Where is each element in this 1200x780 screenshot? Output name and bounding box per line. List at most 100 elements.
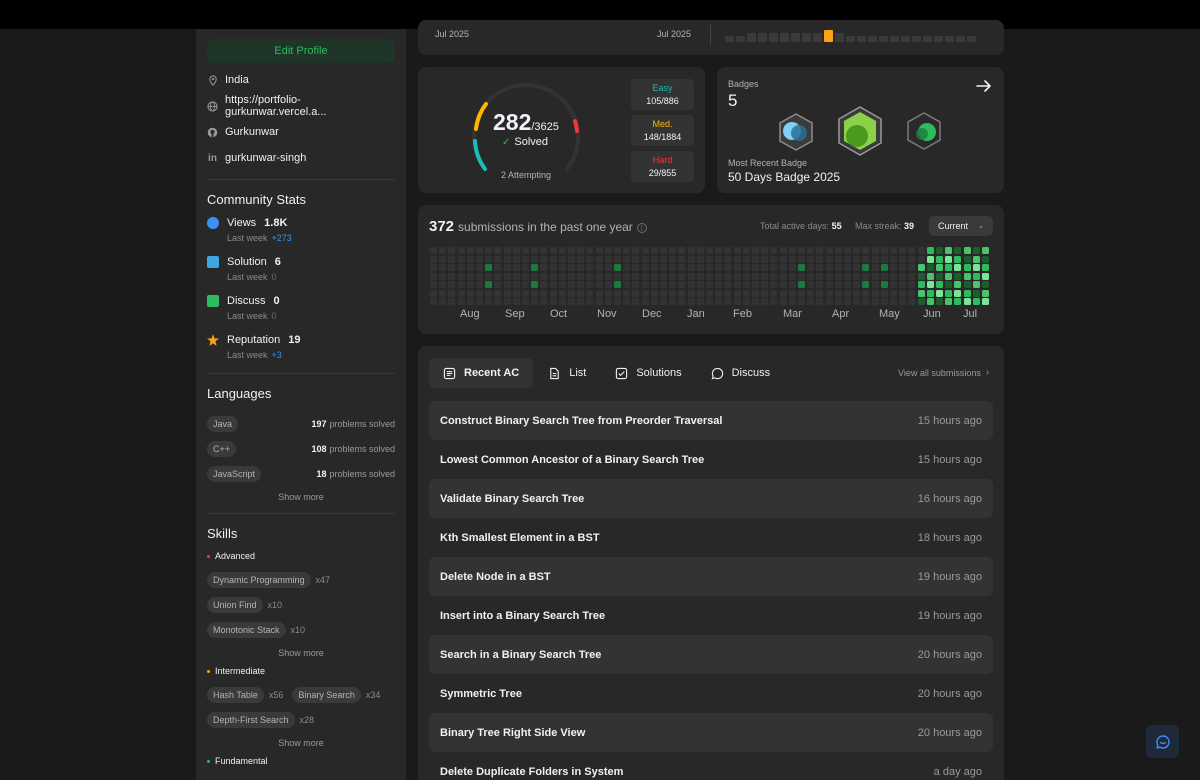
heatmap-cell[interactable] <box>963 264 971 271</box>
heatmap-cell[interactable] <box>522 289 529 297</box>
heatmap-cell[interactable] <box>522 264 529 271</box>
heatmap-cell[interactable] <box>742 272 750 280</box>
heatmap-cell[interactable] <box>844 255 851 263</box>
languages-show-more[interactable]: Show more <box>207 492 395 502</box>
heatmap-cell[interactable] <box>733 272 741 280</box>
heatmap-cell[interactable] <box>779 264 787 271</box>
heatmap-cell[interactable] <box>926 272 934 280</box>
heatmap-cell[interactable] <box>476 272 483 280</box>
heatmap-cell[interactable] <box>963 272 971 280</box>
heatmap-cell[interactable] <box>641 289 649 297</box>
heatmap-cell[interactable] <box>503 281 511 288</box>
heatmap-cell[interactable] <box>466 255 474 263</box>
heatmap-cell[interactable] <box>614 298 621 305</box>
heatmap-cell[interactable] <box>503 289 511 297</box>
heatmap-cell[interactable] <box>485 247 493 254</box>
heatmap-cell[interactable] <box>890 272 897 280</box>
tab-list[interactable]: List <box>534 358 600 388</box>
heatmap-cell[interactable] <box>476 264 483 271</box>
heatmap-cell[interactable] <box>577 272 585 280</box>
heatmap-cell[interactable] <box>770 264 778 271</box>
heatmap-cell[interactable] <box>540 247 548 254</box>
heatmap-cell[interactable] <box>549 289 557 297</box>
heatmap-cell[interactable] <box>816 272 824 280</box>
heatmap-cell[interactable] <box>650 281 658 288</box>
heatmap-cell[interactable] <box>696 289 704 297</box>
submission-title[interactable]: Binary Tree Right Side View <box>440 727 585 739</box>
heatmap-cell[interactable] <box>853 281 861 288</box>
heatmap-cell[interactable] <box>853 255 861 263</box>
heatmap-cell[interactable] <box>982 255 989 263</box>
heatmap-cell[interactable] <box>503 264 511 271</box>
heatmap-cell[interactable] <box>632 247 640 254</box>
heatmap-cell[interactable] <box>724 272 732 280</box>
heatmap-cell[interactable] <box>549 281 557 288</box>
heatmap-cell[interactable] <box>696 272 704 280</box>
skill-tag[interactable]: Binary Search <box>292 686 361 703</box>
heatmap-cell[interactable] <box>779 281 787 288</box>
heatmap-cell[interactable] <box>669 255 677 263</box>
heatmap-cell[interactable] <box>457 264 465 271</box>
submission-row[interactable]: Delete Node in a BST 19 hours ago <box>429 557 993 596</box>
heatmap-cell[interactable] <box>880 272 888 280</box>
heatmap-cell[interactable] <box>963 298 971 305</box>
heatmap-cell[interactable] <box>531 264 539 271</box>
heatmap-cell[interactable] <box>917 272 925 280</box>
language-tag[interactable]: C++ <box>207 440 237 457</box>
heatmap-cell[interactable] <box>568 281 575 288</box>
heatmap-cell[interactable] <box>485 281 493 288</box>
heatmap-cell[interactable] <box>972 272 980 280</box>
heatmap-cell[interactable] <box>770 255 778 263</box>
heatmap-cell[interactable] <box>742 247 750 254</box>
heatmap-cell[interactable] <box>715 289 723 297</box>
heatmap-cell[interactable] <box>531 247 539 254</box>
heatmap-cell[interactable] <box>972 281 980 288</box>
heatmap-cell[interactable] <box>844 264 851 271</box>
heatmap-cell[interactable] <box>788 272 796 280</box>
heatmap-cell[interactable] <box>899 289 907 297</box>
heatmap-cell[interactable] <box>890 281 897 288</box>
heatmap-cell[interactable] <box>678 255 686 263</box>
heatmap-cell[interactable] <box>687 255 695 263</box>
heatmap-cell[interactable] <box>549 298 557 305</box>
heatmap-cell[interactable] <box>945 272 953 280</box>
heatmap-cell[interactable] <box>807 247 815 254</box>
heatmap-cell[interactable] <box>770 289 778 297</box>
heatmap-cell[interactable] <box>494 289 502 297</box>
arrow-right-icon[interactable] <box>975 77 993 98</box>
heatmap-cell[interactable] <box>807 281 815 288</box>
heatmap-cell[interactable] <box>660 255 667 263</box>
heatmap-cell[interactable] <box>770 298 778 305</box>
heatmap-cell[interactable] <box>945 255 953 263</box>
heatmap-cell[interactable] <box>982 272 989 280</box>
heatmap-cell[interactable] <box>963 281 971 288</box>
heatmap-cell[interactable] <box>963 289 971 297</box>
heatmap-cell[interactable] <box>733 298 741 305</box>
heatmap-cell[interactable] <box>503 255 511 263</box>
heatmap-cell[interactable] <box>568 272 575 280</box>
submission-title[interactable]: Lowest Common Ancestor of a Binary Searc… <box>440 454 704 466</box>
heatmap-cell[interactable] <box>715 247 723 254</box>
heatmap-cell[interactable] <box>512 289 520 297</box>
heatmap-cell[interactable] <box>540 264 548 271</box>
heatmap-cell[interactable] <box>752 255 759 263</box>
heatmap-cell[interactable] <box>963 247 971 254</box>
heatmap-cell[interactable] <box>503 247 511 254</box>
heatmap-cell[interactable] <box>825 247 833 254</box>
heatmap-cell[interactable] <box>724 289 732 297</box>
heatmap-cell[interactable] <box>954 281 962 288</box>
heatmap-cell[interactable] <box>871 255 879 263</box>
heatmap-cell[interactable] <box>669 281 677 288</box>
heatmap-cell[interactable] <box>430 255 437 263</box>
heatmap-cell[interactable] <box>963 255 971 263</box>
heatmap-cell[interactable] <box>439 289 447 297</box>
heatmap-cell[interactable] <box>623 264 631 271</box>
heatmap-cell[interactable] <box>899 255 907 263</box>
heatmap-cell[interactable] <box>614 272 621 280</box>
heatmap-cell[interactable] <box>825 298 833 305</box>
heatmap-cell[interactable] <box>641 281 649 288</box>
heatmap-cell[interactable] <box>807 272 815 280</box>
heatmap-cell[interactable] <box>917 264 925 271</box>
submission-title[interactable]: Delete Node in a BST <box>440 571 551 583</box>
heatmap-cell[interactable] <box>512 247 520 254</box>
